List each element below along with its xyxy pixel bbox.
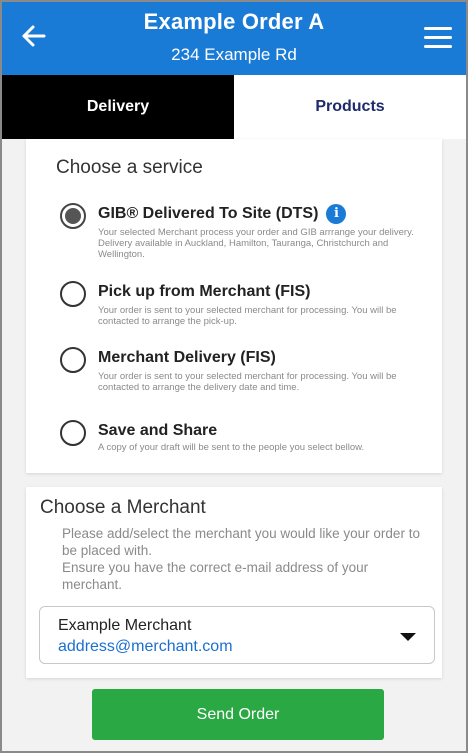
merchant-instructions-line2: Ensure you have the correct e-mail addre… xyxy=(62,560,369,592)
app-frame: Example Order A 234 Example Rd Delivery … xyxy=(0,0,468,753)
page-title: Example Order A xyxy=(143,9,325,34)
tab-delivery[interactable]: Delivery xyxy=(2,75,234,139)
merchant-name: Example Merchant xyxy=(58,617,192,634)
service-option-label: Pick up from Merchant (FIS) xyxy=(98,283,311,300)
service-option-description: Your order is sent to your selected merc… xyxy=(98,371,397,393)
tab-bar: Delivery Products xyxy=(2,75,466,139)
radio-merchant-delivery[interactable] xyxy=(60,347,86,373)
header-bar: Example Order A 234 Example Rd xyxy=(2,2,466,75)
service-option-label: Save and Share xyxy=(98,422,218,439)
merchant-section-title: Choose a Merchant xyxy=(40,497,206,518)
service-option-description: Your selected Merchant process your orde… xyxy=(98,227,414,260)
service-card: Choose a service GIB® Delivered To Site … xyxy=(26,139,442,473)
service-section-title: Choose a service xyxy=(56,157,203,178)
page-subtitle: 234 Example Rd xyxy=(171,45,297,64)
hamburger-menu-icon[interactable] xyxy=(422,24,454,52)
radio-save-share[interactable] xyxy=(60,420,86,446)
info-icon[interactable]: i xyxy=(326,204,347,224)
merchant-instructions-line1: Please add/select the merchant you would… xyxy=(62,526,420,558)
merchant-card: Choose a Merchant Please add/select the … xyxy=(26,487,442,678)
merchant-instructions: Please add/select the merchant you would… xyxy=(62,525,422,593)
radio-dts[interactable] xyxy=(60,203,86,229)
service-option-label: GIB® Delivered To Site (DTS) xyxy=(98,205,319,222)
merchant-email: address@merchant.com xyxy=(58,638,233,655)
service-option-label: Merchant Delivery (FIS) xyxy=(98,349,276,366)
service-option-description: Your order is sent to your selected merc… xyxy=(98,305,397,327)
service-option-description: A copy of your draft will be sent to the… xyxy=(98,442,365,453)
radio-pickup[interactable] xyxy=(60,281,86,307)
merchant-select[interactable]: Example Merchant address@merchant.com xyxy=(39,606,435,664)
send-order-button[interactable]: Send Order xyxy=(92,689,384,740)
chevron-down-icon[interactable] xyxy=(400,633,416,641)
tab-products[interactable]: Products xyxy=(234,75,466,139)
